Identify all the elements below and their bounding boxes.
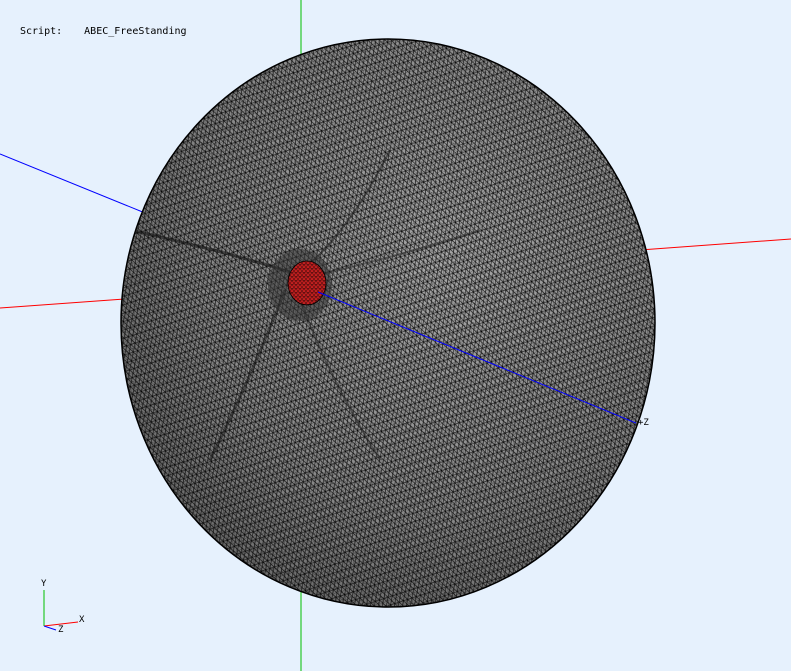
triad-y-label: Y — [41, 579, 47, 589]
x-axis-line-right — [639, 238, 791, 251]
triad-x-label: X — [79, 615, 85, 625]
script-info: Script: ABEC_FreeStanding — [20, 26, 187, 37]
z-axis-back-line — [0, 153, 151, 216]
script-name: ABEC_FreeStanding — [84, 26, 187, 37]
triad-z-label: Z — [58, 625, 64, 635]
z-axis-label: +Z — [638, 418, 649, 428]
driver-patch[interactable] — [287, 260, 327, 306]
enclosure-mesh[interactable] — [100, 30, 680, 620]
script-label: Script: — [20, 26, 63, 37]
scene-canvas[interactable] — [0, 0, 791, 671]
3d-viewport[interactable]: Script: ABEC_FreeStanding +Z Y X Z — [0, 0, 791, 671]
